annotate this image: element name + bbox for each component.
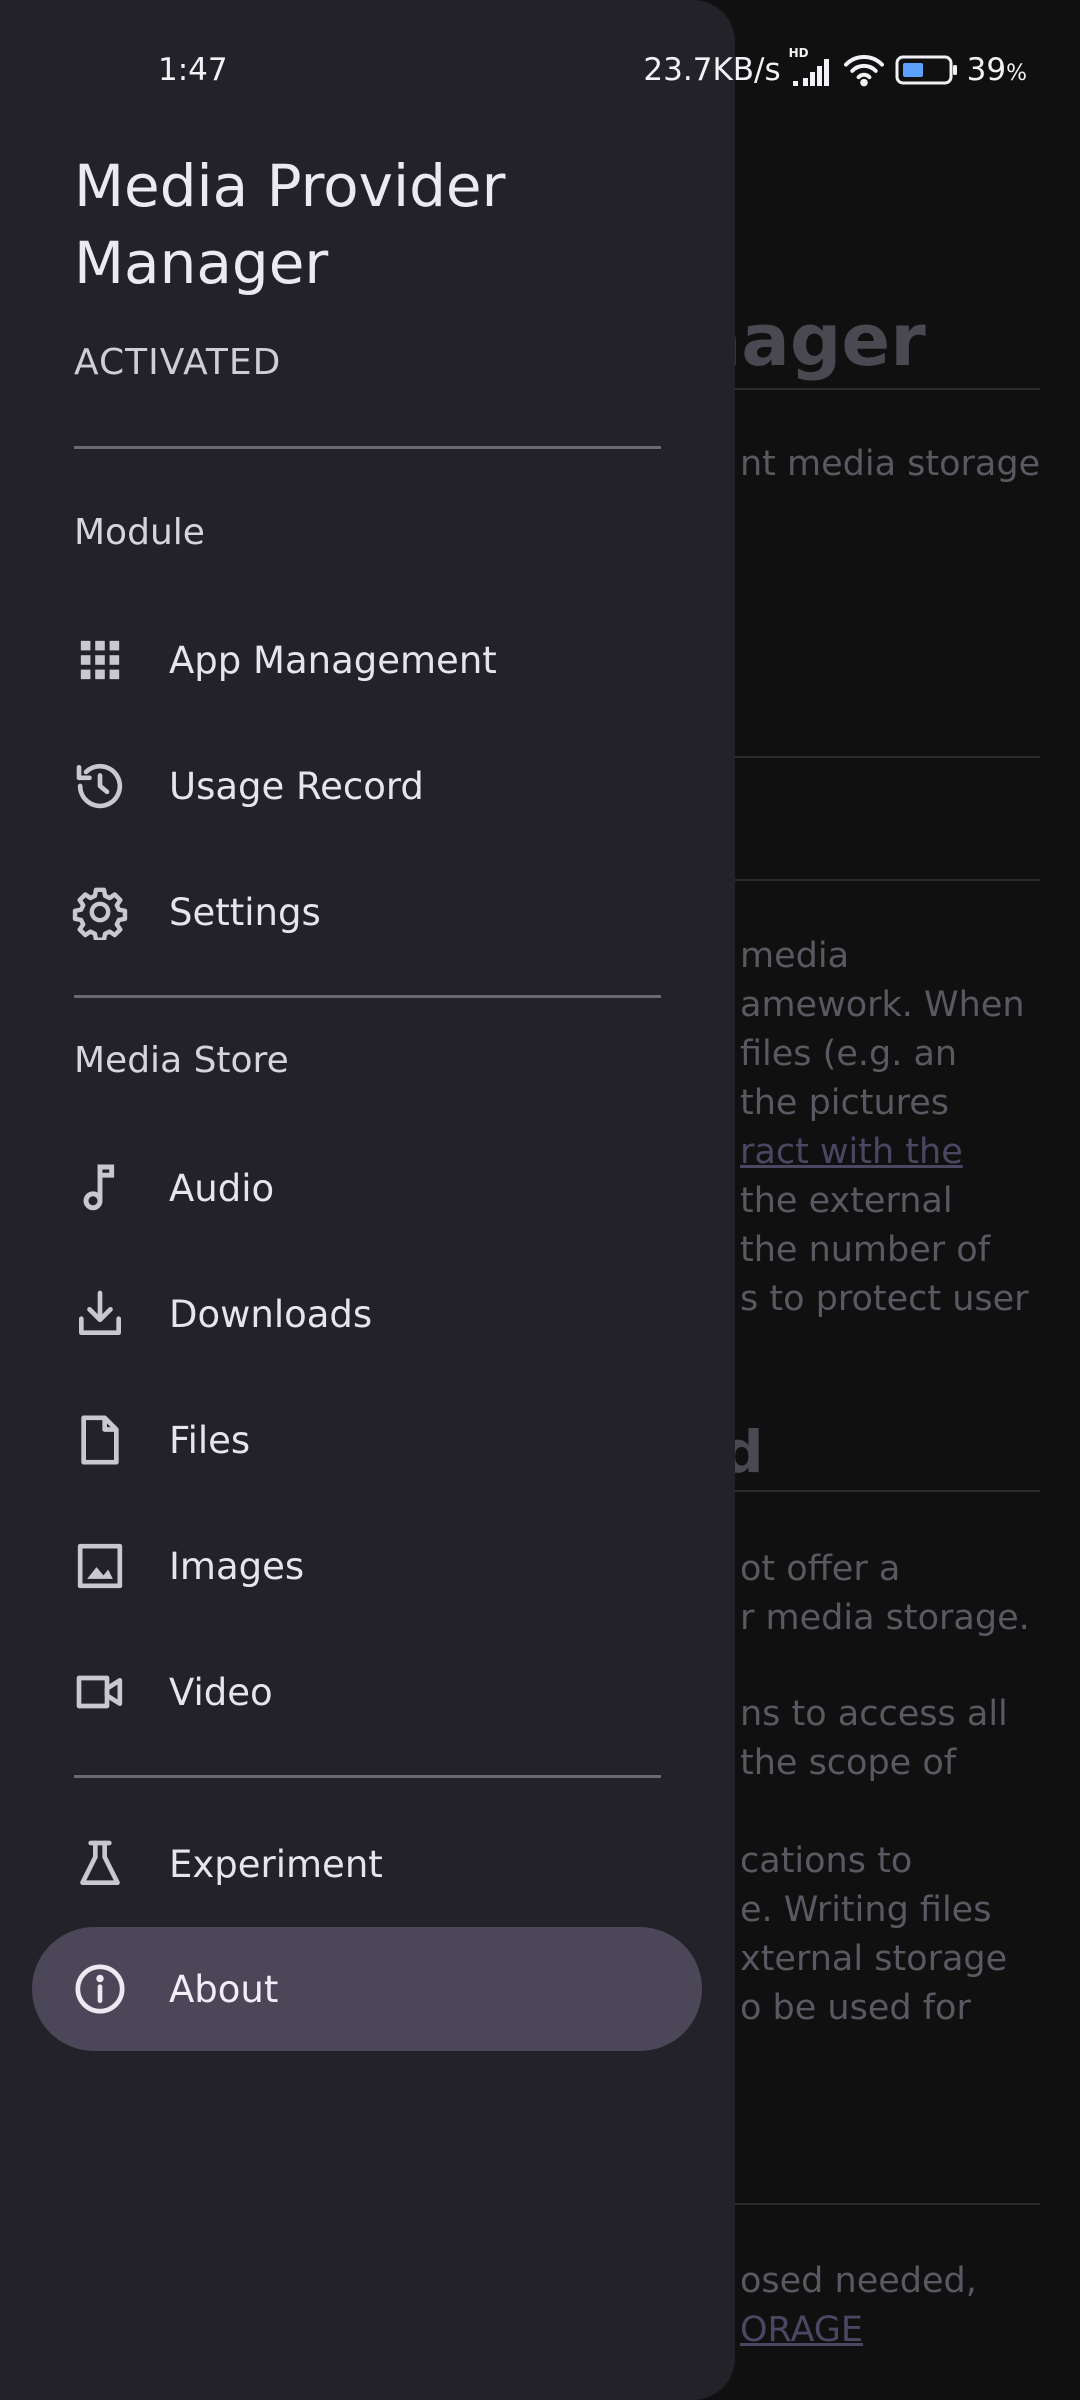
bg-line: the external [740, 1181, 953, 1221]
music-note-icon [72, 1160, 128, 1216]
bg-divider [730, 388, 1040, 390]
nav-item-label: App Management [169, 638, 497, 682]
nav-item-label: Video [169, 1670, 273, 1714]
battery-percent: 39% [966, 52, 1027, 88]
section-module: Module [74, 512, 205, 553]
bg-line: osed needed, [740, 2261, 977, 2301]
flask-icon [72, 1836, 128, 1892]
bg-line: the number of [740, 1230, 991, 1270]
bg-line: xternal storage [740, 1939, 1008, 1979]
network-speed: 23.7KB/s [643, 52, 781, 88]
nav-item-settings[interactable]: Settings [32, 850, 702, 974]
divider [74, 446, 661, 449]
bg-line: nt media storage [740, 444, 1041, 484]
file-icon [72, 1412, 128, 1468]
nav-item-label: Audio [169, 1166, 275, 1210]
nav-item-video[interactable]: Video [32, 1630, 702, 1754]
divider [74, 1775, 661, 1778]
image-icon [72, 1538, 128, 1594]
bg-line: ns to access all [740, 1694, 1008, 1734]
history-icon [72, 758, 128, 814]
section-media-store: Media Store [74, 1040, 289, 1081]
bg-line: the pictures [740, 1083, 950, 1123]
battery-icon [895, 54, 959, 86]
bg-divider [730, 1490, 1040, 1492]
status-bar-right: 23.7KB/s HD 39% [643, 46, 1027, 88]
bg-line: media [740, 936, 850, 976]
app-title: Media Provider Manager [74, 152, 506, 297]
download-icon [72, 1286, 128, 1342]
nav-item-label: Images [169, 1544, 305, 1588]
nav-item-audio[interactable]: Audio [32, 1126, 702, 1250]
bg-divider [730, 2203, 1040, 2205]
info-icon [72, 1961, 128, 2017]
nav-item-usage-record[interactable]: Usage Record [32, 724, 702, 848]
bg-line: ot offer a [740, 1549, 901, 1589]
bg-line: cations to [740, 1841, 913, 1881]
bg-divider [730, 756, 1040, 758]
nav-item-label: Experiment [169, 1842, 383, 1886]
navigation-drawer: 1:47 Media Provider Manager ACTIVATED Mo… [0, 0, 735, 2400]
nav-item-images[interactable]: Images [32, 1504, 702, 1628]
bg-link[interactable]: ract with the [740, 1128, 963, 1177]
status-time: 1:47 [158, 52, 228, 88]
nav-item-about[interactable]: About [32, 1927, 702, 2051]
video-camera-icon [72, 1664, 128, 1720]
bg-line: r media storage. [740, 1598, 1030, 1638]
divider [74, 995, 661, 998]
nav-item-label: Usage Record [169, 764, 424, 808]
nav-item-label: Settings [169, 890, 321, 934]
cell-signal-icon: HD [789, 46, 833, 88]
grid-icon [72, 632, 128, 688]
nav-item-app-management[interactable]: App Management [32, 598, 702, 722]
bg-line: the scope of [740, 1743, 957, 1783]
nav-item-downloads[interactable]: Downloads [32, 1252, 702, 1376]
nav-item-label: Files [169, 1418, 251, 1462]
bg-line: files (e.g. an [740, 1034, 958, 1074]
bg-line: o be used for [740, 1988, 971, 2028]
bg-link[interactable]: ORAGE [740, 2306, 863, 2355]
bg-line: e. Writing files [740, 1890, 992, 1930]
bg-divider [730, 879, 1040, 881]
nav-item-experiment[interactable]: Experiment [32, 1802, 702, 1926]
bg-line: amework. When [740, 985, 1025, 1025]
bg-line: s to protect user [740, 1279, 1029, 1319]
activation-status: ACTIVATED [74, 342, 282, 383]
nav-item-label: About [169, 1967, 279, 2011]
nav-item-files[interactable]: Files [32, 1378, 702, 1502]
nav-item-label: Downloads [169, 1292, 373, 1336]
gear-icon [72, 884, 128, 940]
wifi-icon [841, 52, 887, 88]
